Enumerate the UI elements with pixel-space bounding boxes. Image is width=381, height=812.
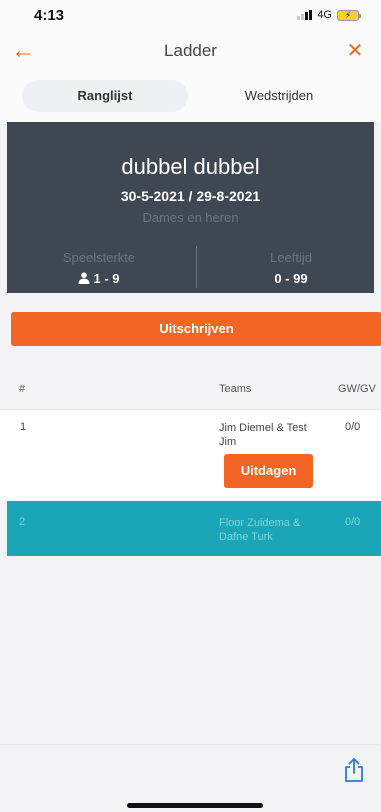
tab-wedstrijden[interactable]: Wedstrijden <box>196 80 362 112</box>
ladder-info-card: dubbel dubbel 30-5-2021 / 29-8-2021 Dame… <box>7 122 374 293</box>
unsubscribe-button[interactable]: Uitschrijven <box>11 312 381 346</box>
battery-charging-icon: ⚡ <box>337 9 361 21</box>
close-icon[interactable]: ✕ <box>343 38 367 64</box>
row-score: 0/0 <box>345 516 361 528</box>
network-label: 4G <box>317 9 332 21</box>
table-row: 1 Jim Diemel & Test Jim 0/0 Uitdagen <box>0 410 381 501</box>
strength-value: 1 - 9 <box>93 271 120 286</box>
page-title: Ladder <box>164 41 217 60</box>
column-teams: Teams <box>219 383 252 395</box>
strength-value-wrap: 1 - 9 <box>9 271 189 286</box>
ladder-dates: 30-5-2021 / 29-8-2021 <box>120 188 261 204</box>
status-indicators: 4G ⚡ <box>297 9 361 21</box>
status-bar: 4:13 4G ⚡ <box>0 0 381 32</box>
age-value: 0 - 99 <box>274 271 308 286</box>
home-indicator <box>127 803 263 808</box>
tab-ranglijst[interactable]: Ranglijst <box>22 80 188 112</box>
row-team: Floor Zuidema & Dafne Turk <box>219 517 301 543</box>
table-header: # Teams GW/GV <box>0 372 381 410</box>
ladder-name: dubbel dubbel <box>121 154 260 179</box>
signal-icon <box>297 10 313 20</box>
strength-label: Speelsterkte <box>62 250 136 265</box>
stat-divider <box>196 246 197 288</box>
person-icon <box>78 272 90 284</box>
column-score: GW/GV <box>338 383 376 395</box>
share-icon[interactable] <box>342 757 366 783</box>
row-rank: 2 <box>19 516 26 528</box>
ladder-category: Dames en heren <box>142 210 239 225</box>
table-row-own-team[interactable]: 2 Floor Zuidema & Dafne Turk 0/0 <box>7 501 381 556</box>
nav-header: ← Ladder ✕ <box>0 32 381 72</box>
age-label: Leeftijd <box>270 250 312 265</box>
challenge-button[interactable]: Uitdagen <box>224 454 313 488</box>
row-rank: 1 <box>20 421 27 433</box>
bottom-toolbar <box>0 744 381 812</box>
row-team: Jim Diemel & Test Jim <box>219 422 307 448</box>
tab-bar: Ranglijst Wedstrijden <box>0 72 381 122</box>
column-rank: # <box>19 383 26 395</box>
row-score: 0/0 <box>345 421 361 433</box>
status-time: 4:13 <box>34 7 65 24</box>
